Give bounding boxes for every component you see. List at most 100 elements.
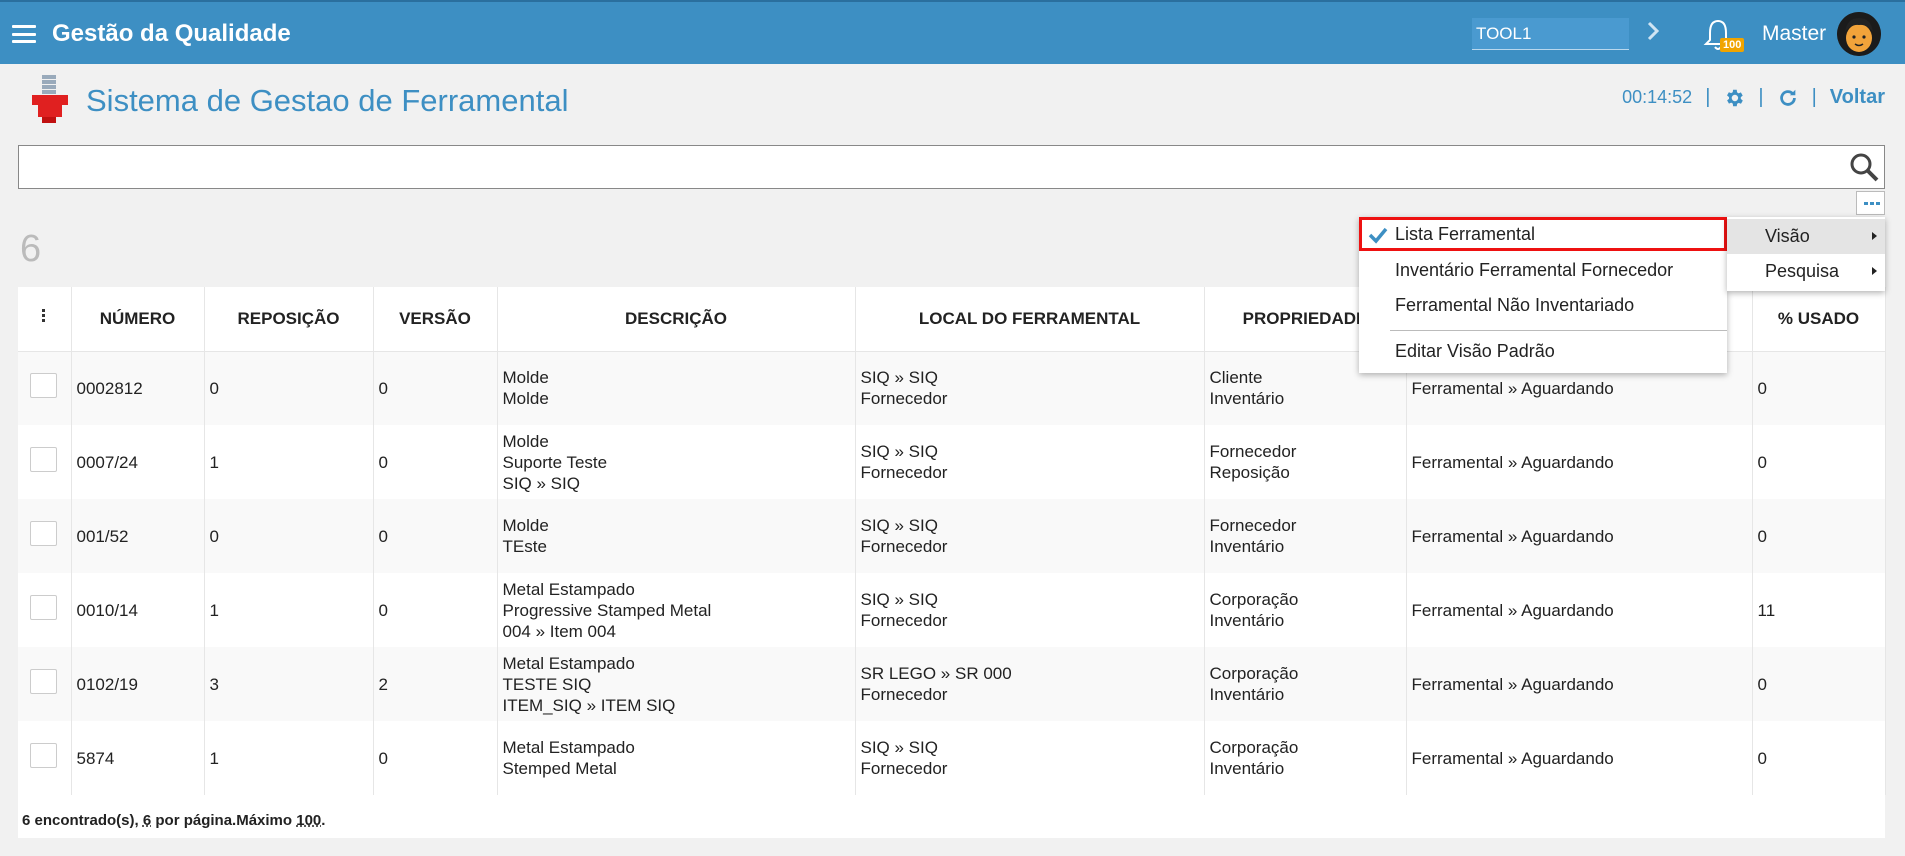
cell-status: Ferramental » Aguardando	[1406, 425, 1753, 499]
table-row[interactable]: 0102/19 3 2 Metal Estampado TESTE SIQ ITEM_SI…	[18, 647, 1886, 721]
cell-local-line: SIQ » SIQ	[860, 368, 938, 388]
cell-descricao: Molde TEste	[497, 499, 856, 573]
per-page-value[interactable]: 6	[143, 812, 151, 829]
checkbox-cell[interactable]	[18, 721, 72, 795]
cell-local: SIQ » SIQ Fornecedor	[855, 425, 1205, 499]
row-checkbox[interactable]	[30, 521, 57, 546]
menu-item-editar-visao-padrao[interactable]: Editar Visão Padrão	[1359, 334, 1727, 368]
cell-propriedade: Corporação Inventário	[1204, 647, 1407, 721]
table-row[interactable]: 001/52 0 0 Molde TEste SIQ » SIQ Fornecedor For…	[18, 499, 1886, 573]
menu-item-inventario-fornecedor[interactable]: Inventário Ferramental Fornecedor	[1359, 253, 1727, 287]
more-options-button[interactable]	[1856, 191, 1885, 215]
checkbox-cell[interactable]	[18, 647, 72, 721]
cell-descricao: Molde Suporte Teste SIQ » SIQ	[497, 425, 856, 499]
column-header[interactable]: NÚMERO	[71, 287, 205, 352]
column-header[interactable]: REPOSIÇÃO	[204, 287, 374, 352]
menu-item-label: Editar Visão Padrão	[1395, 341, 1555, 361]
tool-input[interactable]	[1472, 18, 1629, 50]
cell-numero: 5874	[71, 721, 205, 795]
cell-status: Ferramental » Aguardando	[1406, 499, 1753, 573]
column-header[interactable]: LOCAL DO FERRAMENTAL	[855, 287, 1205, 352]
cell-descricao-line: ITEM_SIQ » ITEM SIQ	[502, 695, 676, 715]
cell-descricao: Metal Estampado Stemped Metal	[497, 721, 856, 795]
cell-local: SIQ » SIQ Fornecedor	[855, 573, 1205, 647]
cell-numero: 0102/19	[71, 647, 205, 721]
column-header[interactable]: % USADO	[1752, 287, 1886, 352]
cell-propriedade: Corporação Inventário	[1204, 721, 1407, 795]
cell-propriedade-line: Inventário	[1209, 759, 1285, 778]
cell-propriedade-line: Corporação	[1209, 664, 1299, 683]
checkbox-cell[interactable]	[18, 351, 72, 425]
cell-descricao-line: Metal Estampado	[502, 653, 635, 673]
menu-item-label: Ferramental Não Inventariado	[1395, 295, 1635, 315]
cell-descricao-line: TESTE SIQ	[502, 674, 592, 694]
row-checkbox[interactable]	[30, 595, 57, 620]
record-count: 6	[20, 228, 42, 270]
cell-descricao-line: Suporte Teste	[502, 452, 608, 472]
table-row[interactable]: 0007/24 1 0 Molde Suporte Teste SIQ » SIQ SIQ …	[18, 425, 1886, 499]
submenu-label: Visão	[1765, 226, 1810, 246]
row-checkbox[interactable]	[30, 447, 57, 472]
refresh-icon[interactable]	[1777, 87, 1799, 109]
cell-local-line: Fornecedor	[860, 685, 948, 704]
user-name[interactable]: Master	[1762, 22, 1826, 46]
checkbox-cell[interactable]	[18, 499, 72, 573]
search-icon[interactable]	[1848, 151, 1880, 183]
chevron-right-icon[interactable]	[1643, 19, 1663, 43]
cell-descricao-line: Molde	[502, 431, 549, 451]
kebab-menu-icon[interactable]	[42, 308, 46, 324]
max-value[interactable]: 100	[296, 812, 321, 829]
separator: |	[1811, 86, 1817, 108]
cell-versao: 0	[373, 351, 498, 425]
gear-icon[interactable]	[1723, 87, 1745, 109]
page-title: Sistema de Gestao de Ferramental	[86, 83, 569, 118]
submenu-visao[interactable]: Visão	[1727, 219, 1885, 254]
cell-reposicao: 1	[204, 425, 374, 499]
cell-usado: 11	[1752, 573, 1886, 647]
row-checkbox[interactable]	[30, 373, 57, 399]
cell-propriedade-line: Reposição	[1209, 463, 1290, 482]
cell-usado: 0	[1752, 721, 1886, 795]
table-row[interactable]: 0010/14 1 0 Metal Estampado Progressive Stam…	[18, 573, 1886, 647]
cell-local: SIQ » SIQ Fornecedor	[855, 351, 1205, 425]
column-header[interactable]: VERSÃO	[373, 287, 498, 352]
cell-descricao-line: Molde	[502, 389, 549, 409]
caret-right-icon	[1872, 232, 1877, 240]
row-checkbox[interactable]	[30, 669, 57, 694]
cell-local-line: SIQ » SIQ	[860, 516, 938, 535]
cell-descricao-line: TEste	[502, 537, 547, 556]
cell-local-line: Fornecedor	[860, 759, 948, 778]
cell-propriedade: Corporação Inventário	[1204, 573, 1407, 647]
cell-reposicao: 0	[204, 351, 374, 425]
checkbox-cell[interactable]	[18, 573, 72, 647]
search-input[interactable]	[18, 145, 1885, 189]
column-header[interactable]: DESCRIÇÃO	[497, 287, 856, 352]
cell-reposicao: 3	[204, 647, 374, 721]
checkbox-cell[interactable]	[18, 425, 72, 499]
cell-descricao: Molde Molde	[497, 351, 856, 425]
cell-usado: 0	[1752, 425, 1886, 499]
separator: |	[1705, 86, 1711, 108]
menu-item-label: Lista Ferramental	[1395, 224, 1536, 244]
hamburger-menu-icon[interactable]	[12, 25, 36, 43]
avatar[interactable]	[1837, 12, 1881, 56]
menu-item-nao-inventariado[interactable]: Ferramental Não Inventariado	[1359, 288, 1727, 322]
cell-versao: 2	[373, 647, 498, 721]
cell-local-line: Fornecedor	[860, 463, 948, 482]
cell-descricao-line: Metal Estampado	[502, 579, 635, 599]
cell-descricao-line: Stemped Metal	[502, 759, 617, 778]
cell-local-line: Fornecedor	[860, 389, 948, 409]
cell-versao: 0	[373, 425, 498, 499]
row-checkbox[interactable]	[30, 743, 57, 768]
cell-numero: 0002812	[71, 351, 205, 425]
table-row[interactable]: 5874 1 0 Metal Estampado Stemped Metal SIQ » …	[18, 721, 1886, 795]
submenu-pesquisa[interactable]: Pesquisa	[1727, 254, 1885, 289]
cell-numero: 001/52	[71, 499, 205, 573]
back-link[interactable]: Voltar	[1830, 86, 1885, 109]
cell-descricao: Metal Estampado Progressive Stamped Metal…	[497, 573, 856, 647]
column-options[interactable]	[18, 287, 72, 352]
cell-reposicao: 1	[204, 573, 374, 647]
cell-propriedade-line: Fornecedor	[1209, 516, 1297, 535]
menu-item-lista-ferramental[interactable]: Lista Ferramental	[1359, 217, 1727, 251]
cell-propriedade: Fornecedor Reposição	[1204, 425, 1407, 499]
